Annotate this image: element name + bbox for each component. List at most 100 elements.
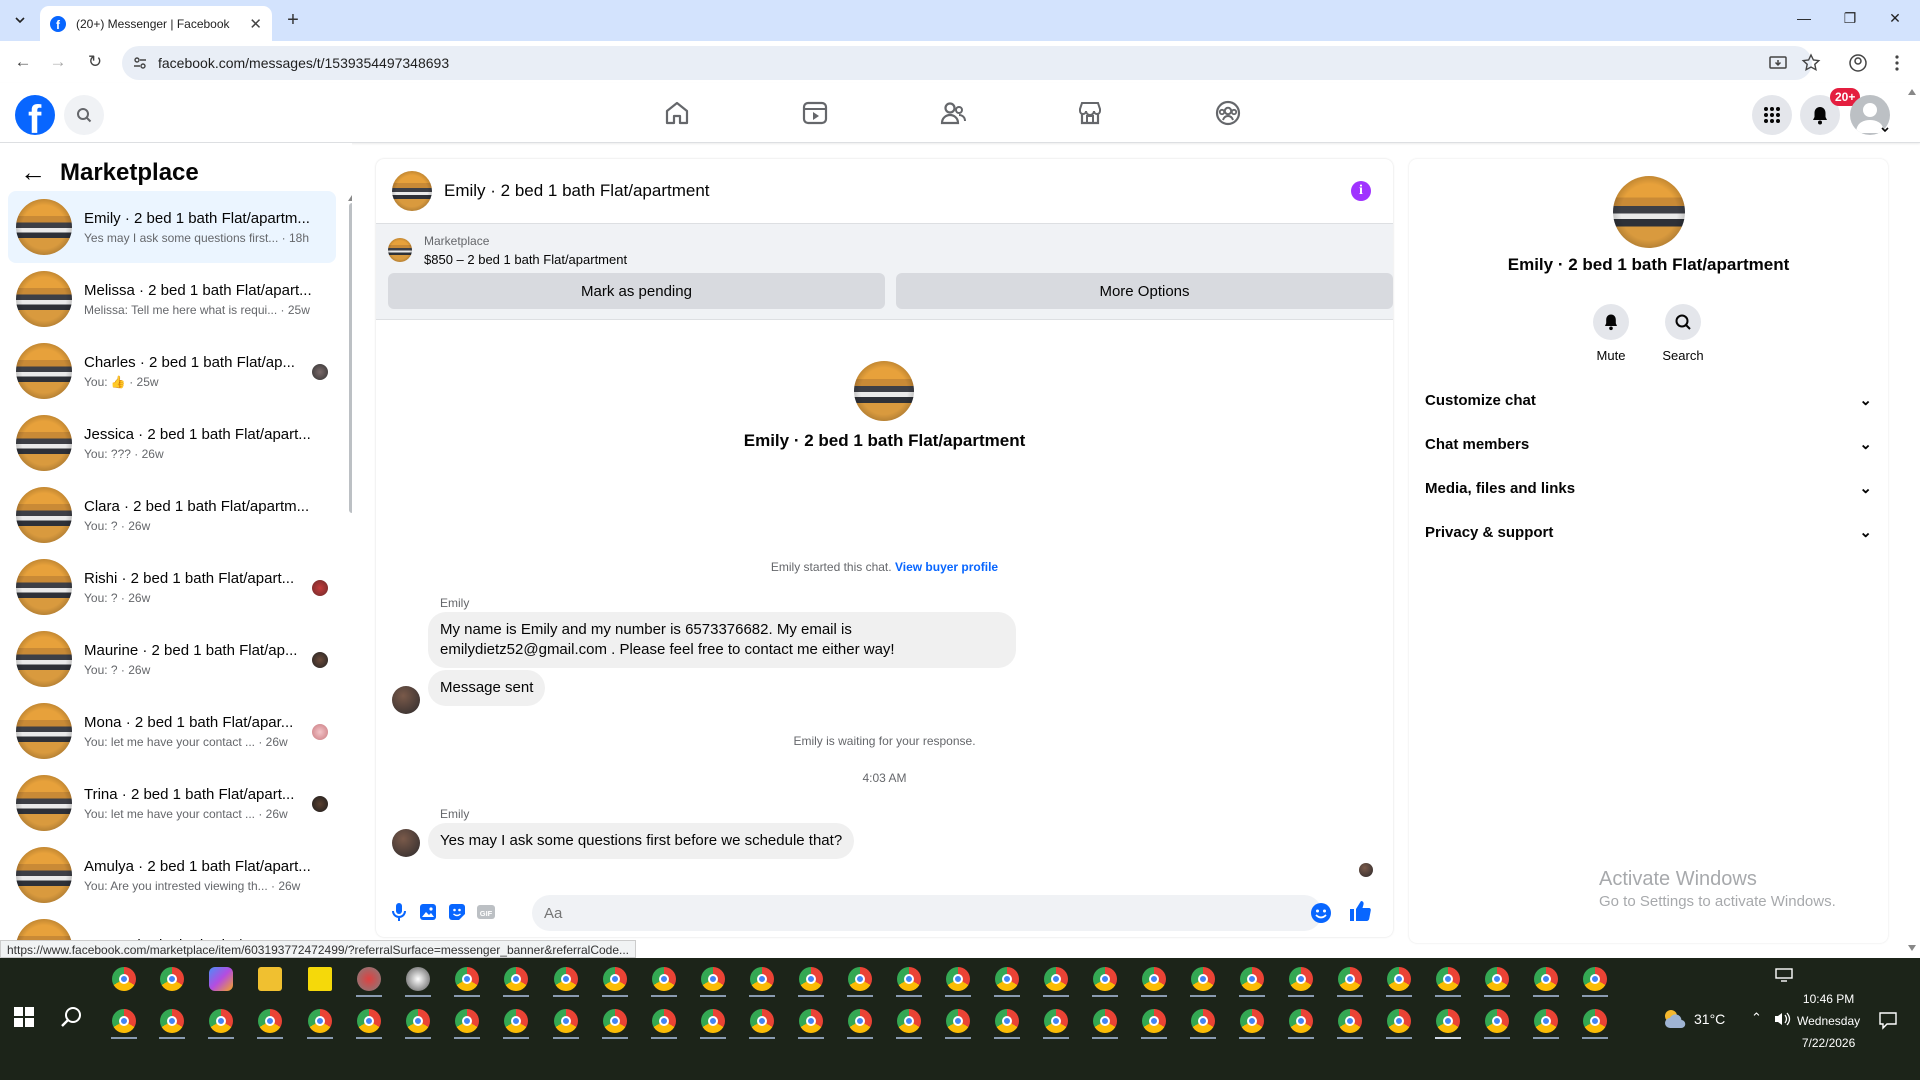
chrome-icon[interactable] bbox=[1044, 1009, 1068, 1033]
chrome-icon[interactable] bbox=[209, 1009, 233, 1033]
chat-avatar[interactable] bbox=[392, 171, 432, 211]
microphone-icon[interactable] bbox=[388, 901, 410, 923]
emoji-icon[interactable] bbox=[1310, 902, 1332, 924]
mute-action[interactable]: Mute bbox=[1581, 304, 1641, 363]
video-icon[interactable] bbox=[801, 99, 829, 127]
chrome-icon[interactable] bbox=[1436, 1009, 1460, 1033]
chrome-icon[interactable] bbox=[1583, 1009, 1607, 1033]
message-bubble[interactable]: Yes may I ask some questions first befor… bbox=[428, 823, 855, 859]
install-app-icon[interactable] bbox=[1768, 53, 1788, 73]
mark-as-pending-button[interactable]: Mark as pending bbox=[388, 273, 885, 309]
photo-icon[interactable] bbox=[417, 901, 439, 923]
page-scroll-down-arrow[interactable] bbox=[1908, 945, 1916, 951]
chrome-icon[interactable] bbox=[603, 967, 627, 991]
chrome-icon[interactable] bbox=[848, 967, 872, 991]
search-action[interactable]: Search bbox=[1653, 304, 1713, 363]
chrome-icon[interactable] bbox=[554, 967, 578, 991]
chrome-icon[interactable] bbox=[406, 1009, 430, 1033]
conversation-row[interactable]: Emily · 2 bed 1 bath Flat/apartm... Yes m… bbox=[8, 191, 336, 263]
view-buyer-profile-link[interactable]: View buyer profile bbox=[895, 560, 998, 574]
chrome-icon[interactable] bbox=[1093, 1009, 1117, 1033]
sticker-icon[interactable] bbox=[446, 901, 468, 923]
conversation-row[interactable]: Clara · 2 bed 1 bath Flat/apartm... You: … bbox=[8, 479, 336, 551]
restore-button[interactable]: ❐ bbox=[1840, 10, 1860, 30]
chrome-icon[interactable] bbox=[1289, 1009, 1313, 1033]
sender-avatar[interactable] bbox=[392, 686, 420, 714]
chrome-icon[interactable] bbox=[1191, 967, 1215, 991]
chrome-icon[interactable] bbox=[455, 1009, 479, 1033]
chrome-icon[interactable] bbox=[750, 967, 774, 991]
chrome-icon[interactable] bbox=[897, 1009, 921, 1033]
chrome-icon[interactable] bbox=[995, 967, 1019, 991]
chrome-icon[interactable] bbox=[554, 1009, 578, 1033]
forward-button[interactable]: → bbox=[47, 51, 69, 73]
chat-members-row[interactable]: Chat members ⌄ bbox=[1425, 426, 1872, 462]
facebook-search-button[interactable] bbox=[64, 95, 104, 135]
chrome-icon[interactable] bbox=[1387, 1009, 1411, 1033]
chrome-icon[interactable] bbox=[946, 967, 970, 991]
app-icon[interactable] bbox=[406, 967, 430, 991]
reload-button[interactable]: ↻ bbox=[84, 51, 106, 73]
notification-center-icon[interactable] bbox=[1878, 1010, 1898, 1030]
chrome-icon[interactable] bbox=[1240, 967, 1264, 991]
chrome-icon[interactable] bbox=[1534, 1009, 1558, 1033]
conversation-row[interactable]: Melissa · 2 bed 1 bath Flat/apart... Meli… bbox=[8, 263, 336, 335]
chrome-icon[interactable] bbox=[1191, 1009, 1215, 1033]
conversation-row[interactable]: Trina · 2 bed 1 bath Flat/apart... You: l… bbox=[8, 767, 336, 839]
bookmark-star-icon[interactable] bbox=[1801, 53, 1821, 73]
chrome-icon[interactable] bbox=[1534, 967, 1558, 991]
privacy-support-row[interactable]: Privacy & support ⌄ bbox=[1425, 514, 1872, 550]
conversation-row[interactable]: Rishi · 2 bed 1 bath Flat/apart... You: ?… bbox=[8, 551, 336, 623]
marketplace-banner[interactable]: Marketplace $850 – 2 bed 1 bath Flat/apa… bbox=[376, 224, 1393, 320]
friends-icon[interactable] bbox=[939, 99, 967, 127]
chrome-icon[interactable] bbox=[112, 967, 136, 991]
chrome-icon[interactable] bbox=[848, 1009, 872, 1033]
conversation-row[interactable]: Mona · 2 bed 1 bath Flat/apar... You: let… bbox=[8, 695, 336, 767]
message-bubble[interactable]: My name is Emily and my number is 657337… bbox=[428, 612, 1016, 668]
chrome-icon[interactable] bbox=[1338, 1009, 1362, 1033]
chrome-icon[interactable] bbox=[995, 1009, 1019, 1033]
chrome-icon[interactable] bbox=[1485, 1009, 1509, 1033]
chrome-icon[interactable] bbox=[1485, 967, 1509, 991]
chrome-icon[interactable] bbox=[1387, 967, 1411, 991]
message-input[interactable] bbox=[532, 895, 1322, 931]
chrome-icon[interactable] bbox=[603, 1009, 627, 1033]
chrome-icon[interactable] bbox=[897, 967, 921, 991]
back-button[interactable]: ← bbox=[12, 51, 34, 73]
groups-icon[interactable] bbox=[1214, 99, 1242, 127]
chrome-icon[interactable] bbox=[799, 967, 823, 991]
profile-icon[interactable] bbox=[1848, 53, 1868, 73]
display-icon[interactable] bbox=[1775, 968, 1793, 982]
page-scroll-up-arrow[interactable] bbox=[1908, 89, 1916, 95]
conversation-row[interactable]: Don · 2 bed 1 bath Flat/apartment bbox=[8, 911, 336, 943]
chrome-icon[interactable] bbox=[1044, 967, 1068, 991]
thumbs-up-icon[interactable] bbox=[1348, 899, 1372, 923]
browser-tab[interactable]: f (20+) Messenger | Facebook ✕ bbox=[40, 6, 272, 41]
chrome-icon[interactable] bbox=[504, 967, 528, 991]
conversation-row[interactable]: Maurine · 2 bed 1 bath Flat/ap... You: ? … bbox=[8, 623, 336, 695]
chrome-icon[interactable] bbox=[799, 1009, 823, 1033]
chrome-icon[interactable] bbox=[946, 1009, 970, 1033]
minimize-button[interactable]: — bbox=[1794, 10, 1814, 30]
chrome-icon[interactable] bbox=[1289, 967, 1313, 991]
conversation-row[interactable]: Jessica · 2 bed 1 bath Flat/apart... You:… bbox=[8, 407, 336, 479]
menu-dots-icon[interactable] bbox=[1887, 53, 1907, 73]
address-bar[interactable]: facebook.com/messages/t/1539354497348693 bbox=[122, 46, 1812, 80]
close-window-button[interactable]: ✕ bbox=[1885, 10, 1905, 30]
tab-search-button[interactable] bbox=[8, 8, 32, 32]
conversation-row[interactable]: Charles · 2 bed 1 bath Flat/ap... You: 👍 … bbox=[8, 335, 336, 407]
chrome-icon[interactable] bbox=[701, 1009, 725, 1033]
chrome-icon[interactable] bbox=[357, 1009, 381, 1033]
back-arrow-icon[interactable]: ← bbox=[20, 157, 46, 188]
sticky-notes-icon[interactable] bbox=[308, 967, 332, 991]
more-options-button[interactable]: More Options bbox=[896, 273, 1393, 309]
conversation-row[interactable]: Amulya · 2 bed 1 bath Flat/apart... You: … bbox=[8, 839, 336, 911]
chrome-icon[interactable] bbox=[1338, 967, 1362, 991]
sidebar-scrollbar[interactable] bbox=[349, 203, 352, 513]
new-tab-button[interactable]: + bbox=[282, 9, 304, 32]
chrome-icon[interactable] bbox=[1142, 1009, 1166, 1033]
customize-chat-row[interactable]: Customize chat ⌄ bbox=[1425, 382, 1872, 418]
facebook-logo-icon[interactable]: f bbox=[15, 95, 55, 135]
chrome-icon[interactable] bbox=[308, 1009, 332, 1033]
taskbar-clock[interactable]: 10:46 PM Wednesday 7/22/2026 bbox=[1797, 988, 1860, 1054]
